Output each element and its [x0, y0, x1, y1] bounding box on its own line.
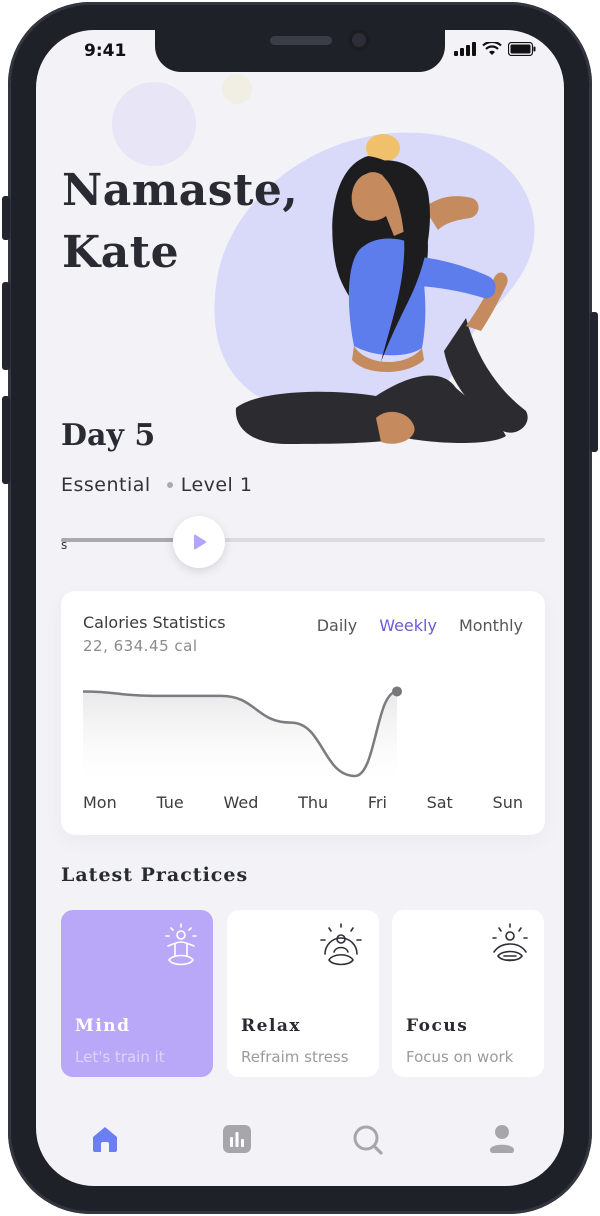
device-notch — [155, 30, 445, 72]
play-button[interactable] — [173, 516, 225, 568]
greeting-name: Kate — [62, 227, 180, 278]
chart-x-tick-label: Sat — [426, 793, 453, 812]
focus-meditation-icon — [492, 923, 528, 962]
practice-title: Relax — [241, 1016, 302, 1036]
status-time: 9:41 — [84, 41, 127, 61]
calories-chart — [82, 686, 402, 784]
chart-x-tick-label: Thu — [298, 793, 329, 812]
front-camera — [348, 30, 370, 51]
profile-icon[interactable] — [488, 1124, 516, 1154]
signal-icon — [454, 42, 476, 56]
chart-x-tick-label: Sun — [492, 793, 523, 812]
battery-icon — [508, 42, 536, 56]
status-icons — [454, 42, 536, 56]
volume-down-button — [2, 396, 10, 484]
latest-practices-title: Latest Practices — [61, 864, 249, 886]
practice-subtitle: Refraim stress — [241, 1048, 349, 1066]
greeting-line-1: Namaste, — [62, 165, 299, 216]
play-icon — [194, 534, 207, 550]
decorative-circle-small — [222, 74, 252, 104]
relax-meditation-icon — [320, 923, 362, 966]
chart-current-point[interactable] — [392, 686, 402, 697]
calories-card: Calories Statistics 22, 634.45 cal Daily… — [61, 591, 545, 835]
progress-label: s — [61, 538, 68, 552]
session-progress-track[interactable] — [61, 538, 545, 542]
home-icon[interactable] — [90, 1124, 120, 1154]
power-button — [590, 312, 598, 452]
search-icon[interactable] — [352, 1124, 384, 1156]
practice-card-mind[interactable]: Mind Let's train it — [61, 910, 213, 1077]
meditation-icon — [165, 923, 197, 966]
chart-x-axis: Mon Tue Wed Thu Fri Sat Sun — [83, 793, 523, 812]
app-screen: 9:41 Namaste, Kate Day 5 Essential Level … — [36, 30, 564, 1186]
greeting-title: Namaste, Kate — [62, 160, 298, 284]
level-label: Level 1 — [180, 474, 253, 496]
speaker-grille — [270, 36, 332, 45]
practice-title: Mind — [75, 1016, 131, 1036]
chart-x-tick-label: Mon — [83, 793, 117, 812]
practice-title: Focus — [406, 1016, 469, 1036]
chart-x-tick-label: Fri — [367, 793, 387, 812]
program-name: Essential — [61, 474, 151, 496]
chart-area-fill — [83, 691, 397, 784]
practice-subtitle: Focus on work — [406, 1048, 514, 1066]
practice-subtitle: Let's train it — [75, 1048, 165, 1066]
bottom-tab-bar — [36, 1118, 564, 1162]
practice-card-focus[interactable]: Focus Focus on work — [392, 910, 544, 1077]
session-meta: Essential Level 1 — [61, 474, 252, 496]
session-progress-fill — [61, 538, 187, 542]
mute-switch — [2, 196, 10, 240]
day-title: Day 5 — [61, 418, 156, 453]
volume-up-button — [2, 282, 10, 370]
chart-x-tick-label: Wed — [223, 793, 259, 812]
chart-x-tick-label: Tue — [156, 793, 184, 812]
separator-dot — [166, 482, 173, 488]
wifi-icon — [482, 42, 502, 55]
practice-card-relax[interactable]: Relax Refraim stress — [227, 910, 379, 1077]
stats-icon[interactable] — [222, 1124, 252, 1154]
